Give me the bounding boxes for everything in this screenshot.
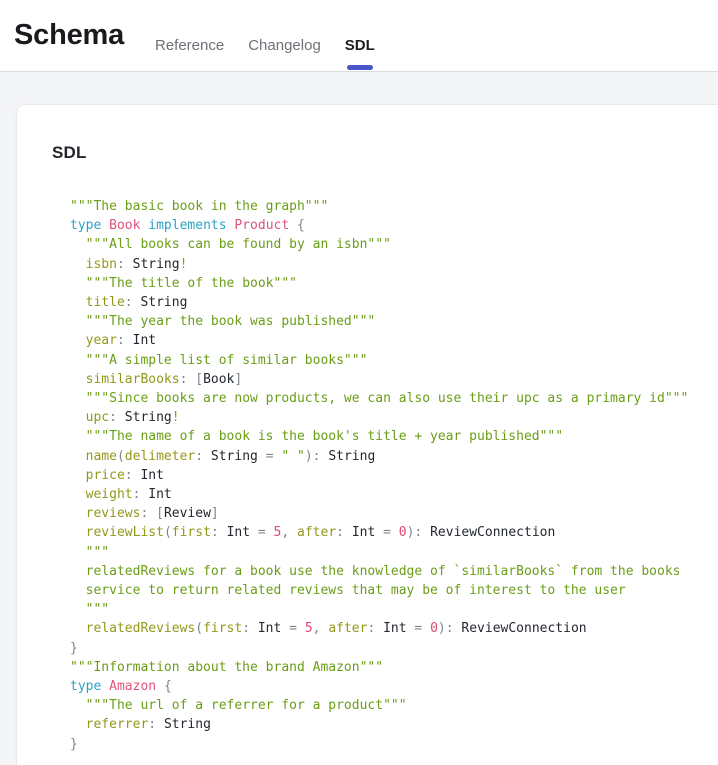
page-header: Schema Reference Changelog SDL	[0, 0, 718, 72]
code-line: referrer: String	[70, 715, 718, 734]
code-line: """The name of a book is the book's titl…	[70, 427, 718, 446]
tab-changelog[interactable]: Changelog	[248, 37, 321, 71]
code-line: reviews: [Review]	[70, 504, 718, 523]
code-line: year: Int	[70, 331, 718, 350]
code-line: """The year the book was published"""	[70, 312, 718, 331]
code-line: """	[70, 600, 718, 619]
code-line: title: String	[70, 293, 718, 312]
code-line: """The basic book in the graph"""	[70, 197, 718, 216]
tab-label: Reference	[155, 37, 224, 54]
code-line: type Book implements Product {	[70, 216, 718, 235]
code-line: """The url of a referrer for a product""…	[70, 696, 718, 715]
code-line: isbn: String!	[70, 255, 718, 274]
code-line: upc: String!	[70, 408, 718, 427]
code-line: """Since books are now products, we can …	[70, 389, 718, 408]
code-line: relatedReviews(first: Int = 5, after: In…	[70, 619, 718, 638]
code-line: """All books can be found by an isbn"""	[70, 235, 718, 254]
code-line: """	[70, 543, 718, 562]
code-line: price: Int	[70, 466, 718, 485]
sdl-card: SDL """The basic book in the graph"""typ…	[17, 105, 718, 765]
code-line: weight: Int	[70, 485, 718, 504]
sdl-code-block: """The basic book in the graph"""type Bo…	[52, 197, 718, 754]
code-line: relatedReviews for a book use the knowle…	[70, 562, 718, 581]
tab-reference[interactable]: Reference	[155, 37, 224, 71]
code-line: service to return related reviews that m…	[70, 581, 718, 600]
code-line: """A simple list of similar books"""	[70, 351, 718, 370]
code-line: }	[70, 639, 718, 658]
card-heading: SDL	[52, 143, 718, 163]
tab-sdl[interactable]: SDL	[345, 37, 375, 71]
page-title: Schema	[14, 18, 124, 52]
code-line: }	[70, 735, 718, 754]
code-line: name(delimeter: String = " "): String	[70, 447, 718, 466]
code-line: reviewList(first: Int = 5, after: Int = …	[70, 523, 718, 542]
code-line: """Information about the brand Amazon"""	[70, 658, 718, 677]
tab-bar: Reference Changelog SDL	[155, 0, 375, 71]
main-content: SDL """The basic book in the graph"""typ…	[0, 72, 718, 765]
tab-label: Changelog	[248, 37, 321, 54]
tab-label: SDL	[345, 37, 375, 54]
active-tab-indicator	[347, 65, 373, 70]
code-line: """The title of the book"""	[70, 274, 718, 293]
code-line: type Amazon {	[70, 677, 718, 696]
code-line: similarBooks: [Book]	[70, 370, 718, 389]
